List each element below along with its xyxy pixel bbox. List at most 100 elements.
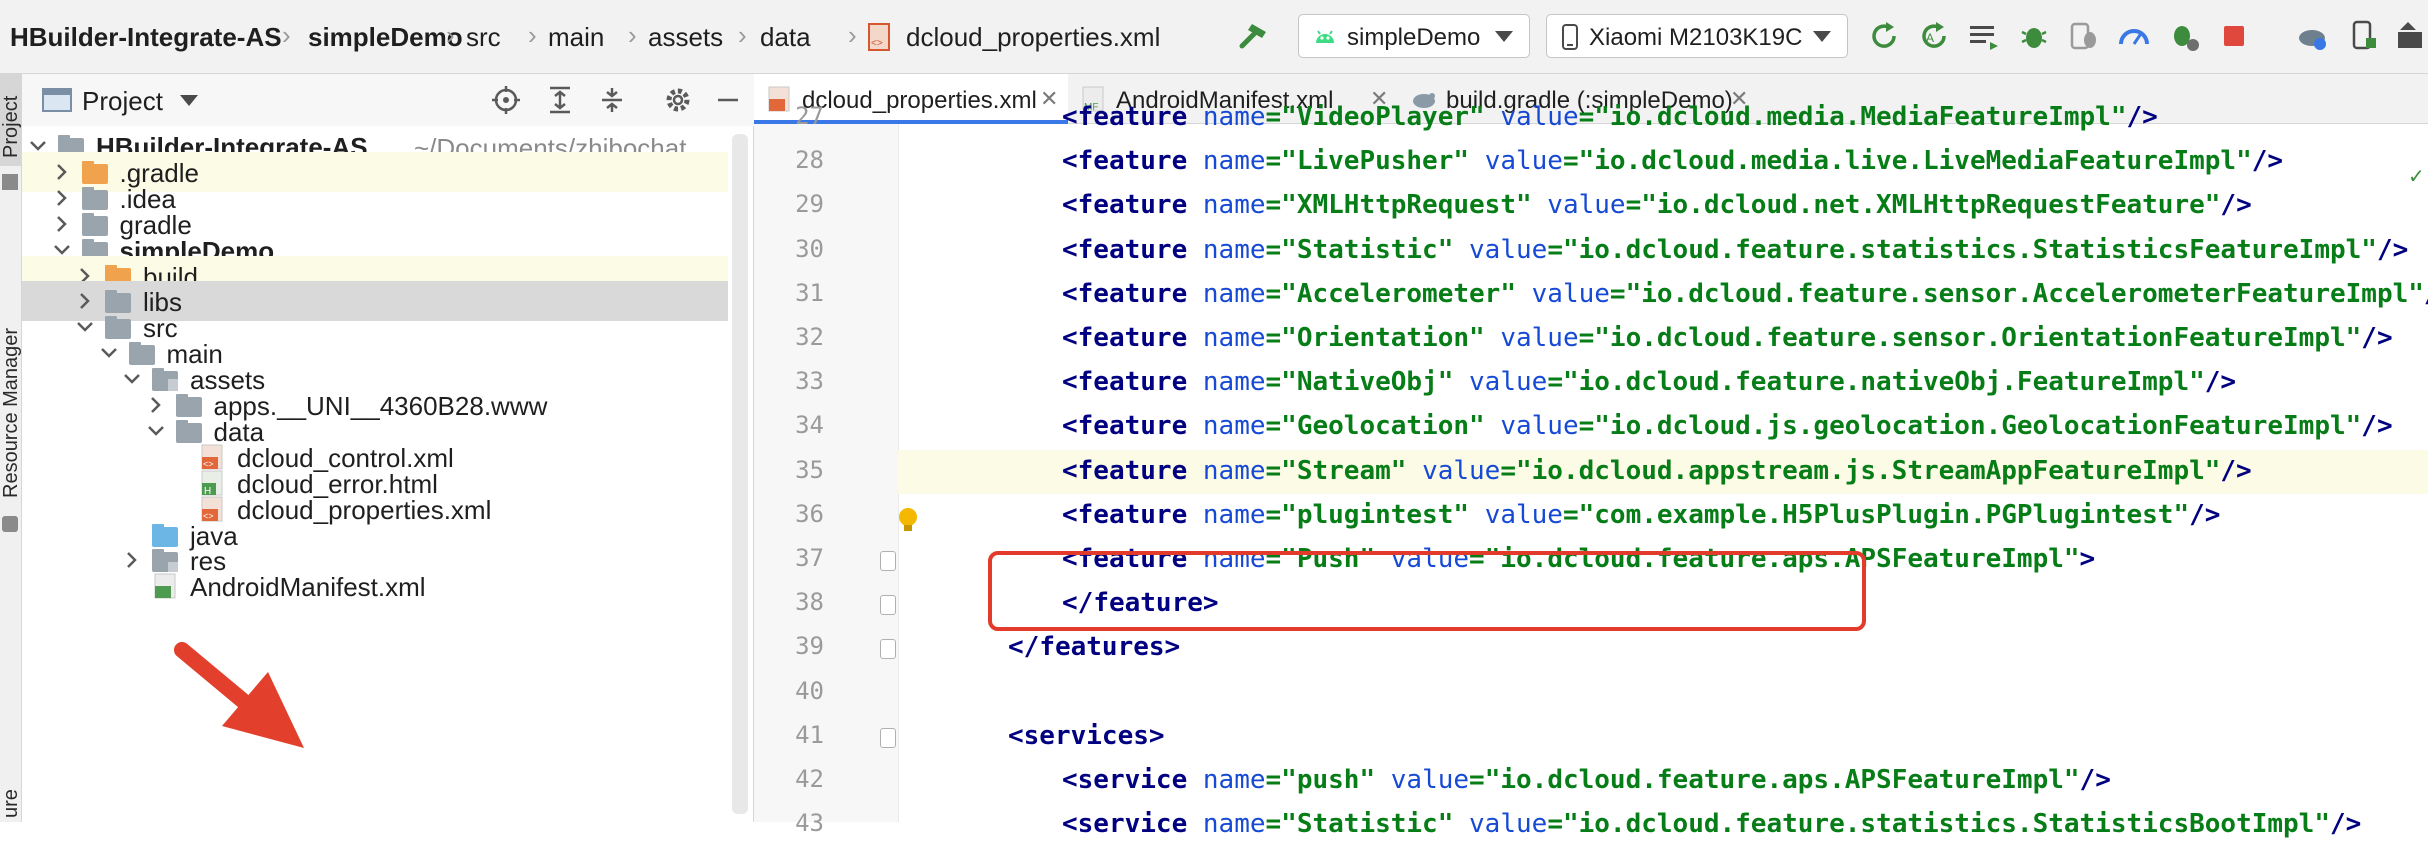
inspection-check-icon[interactable]: ✓ [2408, 164, 2425, 189]
stop-icon[interactable] [2216, 18, 2252, 54]
build-hammer-icon[interactable] [1236, 18, 1272, 54]
chevron-down-icon[interactable] [180, 95, 198, 106]
code-line[interactable]: <feature name="plugintest" value="com.ex… [898, 494, 2428, 538]
xml-tag-name: feature [1077, 102, 1188, 132]
code-line[interactable]: <feature name="Statistic" value="io.dclo… [898, 229, 2428, 273]
svg-text:<>: <> [871, 38, 883, 49]
gradle-sync-icon[interactable] [2294, 18, 2330, 54]
logcat-list-icon[interactable] [1966, 18, 2002, 54]
collapse-all-icon[interactable] [596, 84, 628, 116]
fold-gutter [874, 124, 899, 822]
debug-settings-icon[interactable] [2166, 18, 2202, 54]
xml-attr-name: value [1547, 190, 1626, 221]
code-line[interactable]: <service name="push" value="io.dcloud.fe… [898, 759, 2428, 803]
tree-row[interactable]: AndroidManifest.xml [22, 566, 728, 606]
code-line[interactable]: <feature name="XMLHttpRequest" value="io… [898, 184, 2428, 228]
code-line[interactable]: <feature name="VideoPlayer" value="io.dc… [898, 96, 2428, 140]
xml-punct: =" [1265, 411, 1297, 442]
xml-attr-name: name [1202, 190, 1266, 221]
breadcrumb-item[interactable]: HBuilder-Integrate-AS [10, 22, 282, 53]
xml-attr-value: io.dcloud.appstream.js.StreamAppFeatureI… [1531, 455, 2205, 486]
xml-punct: " [1469, 102, 1485, 132]
xml-punct: > [1148, 720, 1165, 751]
breadcrumb-item[interactable]: assets [648, 22, 723, 53]
xml-punct: " [1469, 323, 1485, 353]
code-line[interactable]: <services> [898, 715, 2428, 759]
xml-attr-value: NativeObj [1296, 367, 1438, 398]
code-line[interactable]: <feature name="Geolocation" value="io.dc… [898, 405, 2428, 449]
gear-icon[interactable] [662, 84, 694, 116]
line-number: 40 [795, 676, 824, 705]
attach-debugger-icon[interactable] [2066, 18, 2102, 54]
breadcrumb-item[interactable]: data [760, 22, 811, 53]
device-manager-icon[interactable] [2346, 18, 2382, 54]
device-selector[interactable]: Xiaomi M2103K19C [1546, 14, 1848, 58]
fold-marker-icon[interactable] [880, 727, 896, 748]
code-line[interactable]: <feature name="Stream" value="io.dcloud.… [898, 449, 2428, 494]
code-line[interactable]: <feature name="Orientation" value="io.dc… [898, 317, 2428, 361]
breadcrumb-item[interactable]: simpleDemo [308, 22, 463, 53]
structure-tool-button[interactable]: ure [0, 768, 22, 822]
breadcrumb-item[interactable]: main [548, 22, 604, 53]
run-config-selector[interactable]: simpleDemo [1298, 14, 1530, 58]
xml-punct: /> [2220, 455, 2252, 486]
code-text: <feature name="Accelerometer" value="io.… [1062, 279, 2428, 309]
xml-punct: /> [2376, 234, 2409, 265]
xml-punct: " [1500, 278, 1516, 309]
project-panel-title[interactable]: Project [82, 86, 163, 117]
xml-attr-name: name [1202, 411, 1266, 442]
debug-icon[interactable] [2016, 18, 2052, 54]
intention-bulb-icon[interactable] [896, 506, 920, 536]
fold-marker-icon[interactable] [880, 595, 896, 616]
breadcrumb-item[interactable]: dcloud_properties.xml [906, 22, 1160, 53]
project-tool-label: Project [0, 95, 22, 158]
structure-tool-label: ure [0, 789, 22, 818]
xml-attr-name: value [1469, 809, 1548, 840]
fold-marker-icon[interactable] [880, 551, 896, 571]
code-line[interactable]: <feature name="Accelerometer" value="io.… [898, 273, 2428, 317]
xml-punct: < [1062, 455, 1078, 486]
project-panel: Project HBuilder-Integrate-AS ~/Documents… [22, 74, 754, 822]
code-line[interactable]: <feature name="NativeObj" value="io.dclo… [898, 361, 2428, 405]
project-scrollbar[interactable] [732, 134, 748, 814]
breadcrumb-item[interactable]: src [466, 22, 501, 53]
resource-manager-tool-button[interactable]: Resource Manager [0, 222, 22, 512]
code-text: <feature name="Geolocation" value="io.dc… [1062, 411, 2393, 441]
xml-punct: /> [2361, 323, 2393, 353]
xml-attr-value: LivePusher [1296, 146, 1454, 177]
code-line[interactable]: </features> [898, 626, 2428, 670]
apply-changes-restart-icon[interactable] [1866, 18, 1902, 54]
device-label: Xiaomi M2103K19C [1589, 24, 1803, 51]
editor-area: dcloud_properties.xml ✕ MF AndroidManifest.… [754, 74, 2428, 839]
chevron-down-icon [1495, 31, 1513, 42]
line-number: 33 [795, 367, 824, 396]
xml-attr-value: plugintest [1296, 499, 1454, 530]
code-text: <feature name="LivePusher" value="io.dcl… [1062, 146, 2283, 176]
hide-panel-icon[interactable] [712, 84, 744, 116]
xml-attr-value: Statistic [1296, 234, 1438, 265]
sdk-manager-icon[interactable] [2394, 18, 2428, 54]
apply-code-changes-icon[interactable]: A [1916, 18, 1952, 54]
xml-file-icon: <> [868, 23, 890, 51]
code-line[interactable]: <service name="Statistic" value="io.dclo… [898, 803, 2428, 847]
fold-marker-icon[interactable] [880, 639, 896, 660]
profiler-icon[interactable] [2116, 18, 2152, 54]
xml-punct: " [1437, 367, 1454, 398]
code-text: <service name="push" value="io.dcloud.fe… [1062, 765, 2111, 795]
code-line[interactable] [898, 671, 2428, 715]
manifest-file-icon [154, 573, 176, 599]
locate-file-icon[interactable] [490, 84, 522, 116]
xml-punct: " [2361, 234, 2377, 265]
xml-tag-name: feature [1077, 190, 1188, 221]
xml-punct: =" [1547, 234, 1579, 265]
xml-punct: < [1062, 190, 1078, 221]
line-number: 34 [795, 411, 824, 440]
code-text: <feature name="XMLHttpRequest" value="io… [1062, 190, 2252, 220]
xml-tag-name: feature [1077, 323, 1188, 353]
line-number: 31 [795, 278, 824, 307]
expand-all-icon[interactable] [544, 84, 576, 116]
project-tool-button[interactable]: Project [0, 74, 22, 166]
code-line[interactable]: <feature name="LivePusher" value="io.dcl… [898, 140, 2428, 184]
